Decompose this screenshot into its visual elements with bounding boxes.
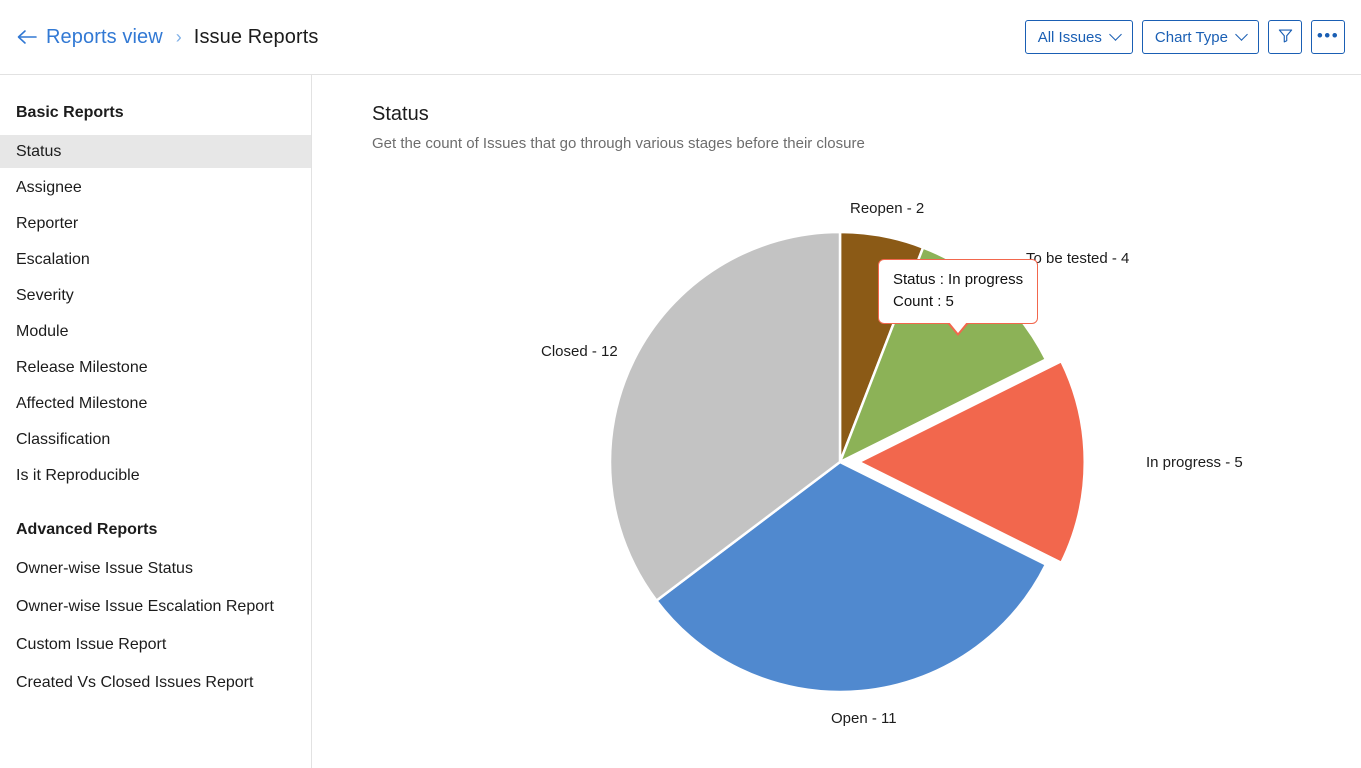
sidebar-item-is-it-reproducible[interactable]: Is it Reproducible xyxy=(0,459,311,492)
sidebar-item-owner-wise-issue-escalation-report[interactable]: Owner-wise Issue Escalation Report xyxy=(0,590,311,623)
tooltip-arrow-inner-icon xyxy=(949,321,968,333)
ellipsis-icon: ••• xyxy=(1316,25,1340,45)
breadcrumb-link-reports-view[interactable]: Reports view xyxy=(46,26,163,49)
basic-reports-group: Basic Reports Status Assignee Reporter E… xyxy=(0,104,311,492)
more-options-button[interactable]: ••• xyxy=(1311,20,1345,54)
back-arrow-icon[interactable] xyxy=(14,24,40,50)
reports-sidebar: Basic Reports Status Assignee Reporter E… xyxy=(0,75,312,768)
sidebar-item-status[interactable]: Status xyxy=(0,135,311,168)
sidebar-item-escalation[interactable]: Escalation xyxy=(0,243,311,276)
chart-type-label: Chart Type xyxy=(1154,28,1228,46)
chart-tooltip: Status : In progress Count : 5 xyxy=(878,259,1039,336)
pie-chart-svg xyxy=(608,230,1089,694)
pie-label-reopen: Reopen - 2 xyxy=(850,200,925,217)
sidebar-item-label: Created Vs Closed Issues Report xyxy=(16,673,254,691)
sidebar-item-owner-wise-issue-status[interactable]: Owner-wise Issue Status xyxy=(0,552,311,585)
chevron-down-icon xyxy=(1235,27,1248,41)
chart-type-button[interactable]: Chart Type xyxy=(1141,20,1259,54)
all-issues-label: All Issues xyxy=(1037,28,1102,46)
page-body: Basic Reports Status Assignee Reporter E… xyxy=(0,75,1361,768)
sidebar-item-label: Reporter xyxy=(16,214,79,232)
tooltip-count-line: Count : 5 xyxy=(893,292,954,310)
pie-label-closed: Closed - 12 xyxy=(541,343,618,360)
sidebar-item-label: Affected Milestone xyxy=(16,394,148,412)
sidebar-item-custom-issue-report[interactable]: Custom Issue Report xyxy=(0,628,311,661)
sidebar-item-label: Owner-wise Issue Status xyxy=(16,559,193,577)
sidebar-item-label: Module xyxy=(16,322,69,340)
funnel-filter-icon xyxy=(1277,27,1294,48)
sidebar-item-label: Release Milestone xyxy=(16,358,148,376)
issue-reports-page: Reports view › Issue Reports All Issues … xyxy=(0,0,1361,768)
pie-label-in-progress: In progress - 5 xyxy=(1146,454,1243,471)
sidebar-item-label: Escalation xyxy=(16,250,90,268)
sidebar-item-severity[interactable]: Severity xyxy=(0,279,311,312)
sidebar-item-release-milestone[interactable]: Release Milestone xyxy=(0,351,311,384)
basic-reports-heading: Basic Reports xyxy=(16,104,124,121)
sidebar-item-label: Assignee xyxy=(16,178,82,196)
sidebar-item-reporter[interactable]: Reporter xyxy=(0,207,311,240)
page-title: Issue Reports xyxy=(193,25,319,48)
sidebar-item-label: Status xyxy=(16,142,62,160)
breadcrumb: Reports view › Issue Reports xyxy=(14,24,319,50)
sidebar-item-label: Severity xyxy=(16,286,74,304)
report-main-panel: Status Get the count of Issues that go t… xyxy=(312,75,1361,768)
sidebar-item-affected-milestone[interactable]: Affected Milestone xyxy=(0,387,311,420)
page-header: Reports view › Issue Reports All Issues … xyxy=(0,0,1361,75)
pie-label-to-be-tested: To be tested - 4 xyxy=(1026,250,1130,267)
pie-label-open: Open - 11 xyxy=(831,710,897,727)
header-actions: All Issues Chart Type ••• xyxy=(1024,20,1345,54)
sidebar-item-label: Owner-wise Issue Escalation Report xyxy=(16,597,274,615)
advanced-reports-heading: Advanced Reports xyxy=(16,521,158,538)
chevron-down-icon xyxy=(1109,27,1122,41)
filter-button[interactable] xyxy=(1268,20,1302,54)
sidebar-item-label: Classification xyxy=(16,430,111,448)
sidebar-item-label: Custom Issue Report xyxy=(16,635,167,653)
sidebar-item-module[interactable]: Module xyxy=(0,315,311,348)
sidebar-item-assignee[interactable]: Assignee xyxy=(0,171,311,204)
breadcrumb-separator-icon: › xyxy=(175,27,182,47)
sidebar-item-classification[interactable]: Classification xyxy=(0,423,311,456)
status-pie-chart xyxy=(312,75,1361,768)
advanced-reports-group: Advanced Reports Owner-wise Issue Status… xyxy=(0,521,311,699)
all-issues-button[interactable]: All Issues xyxy=(1024,20,1133,54)
sidebar-item-label: Is it Reproducible xyxy=(16,466,140,484)
sidebar-item-created-vs-closed-issues-report[interactable]: Created Vs Closed Issues Report xyxy=(0,666,311,699)
tooltip-status-line: Status : In progress xyxy=(893,271,1024,288)
